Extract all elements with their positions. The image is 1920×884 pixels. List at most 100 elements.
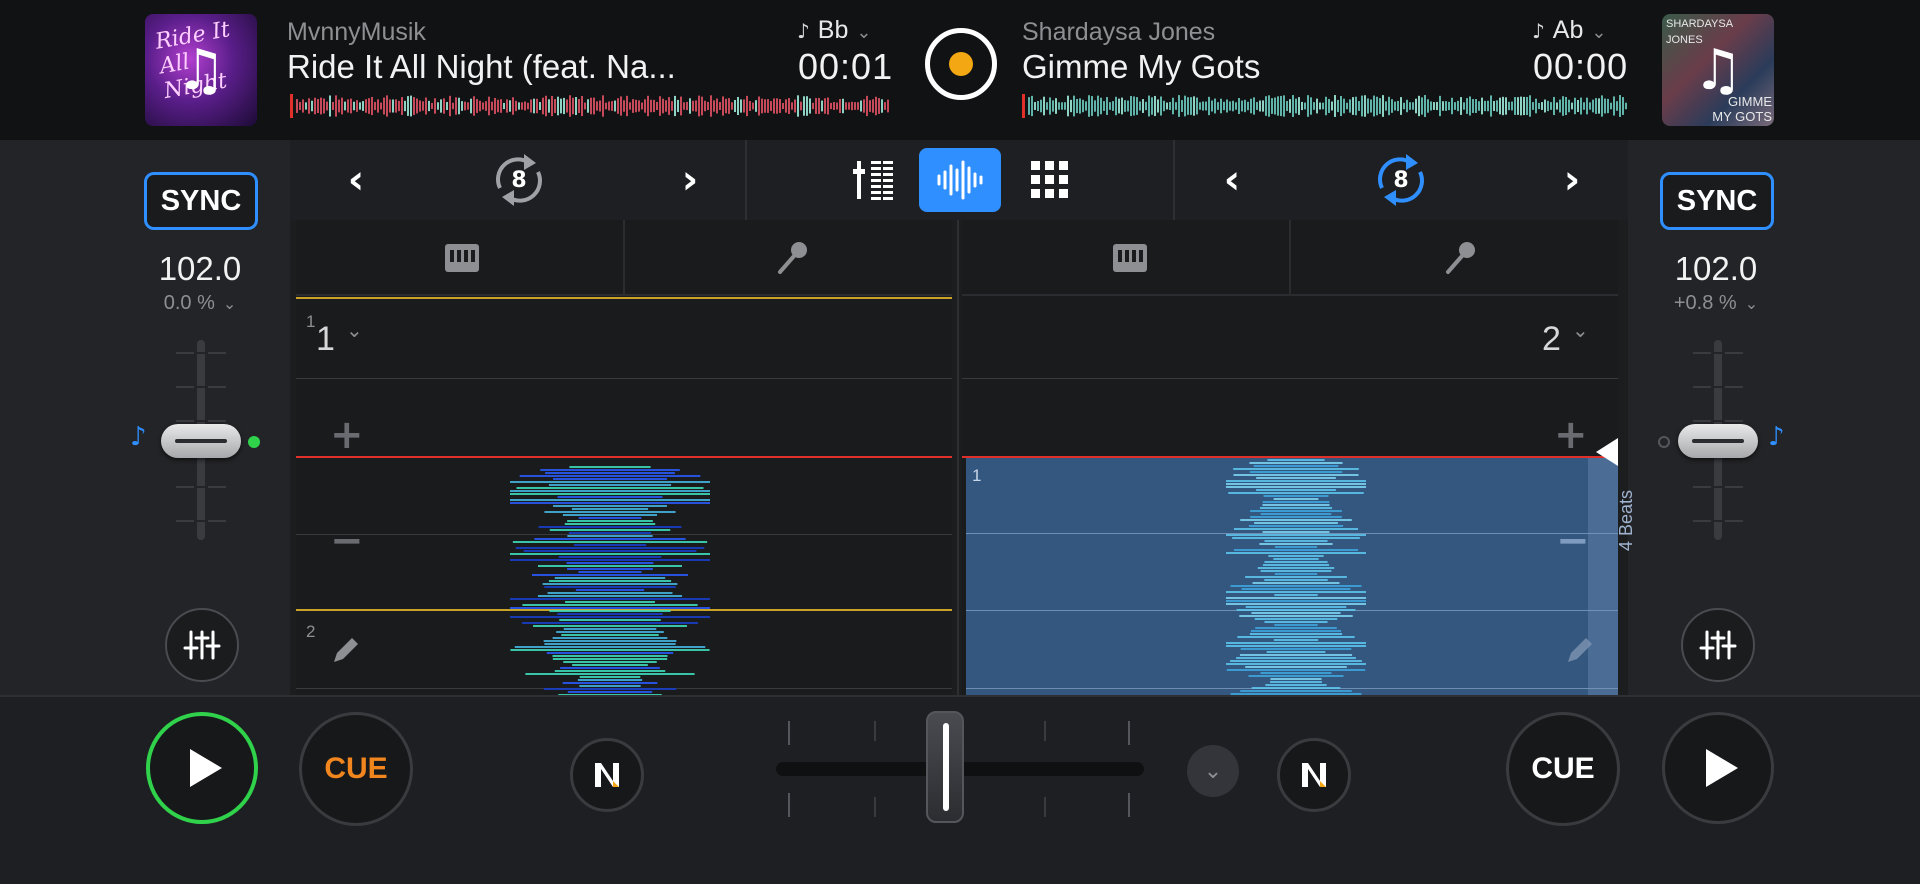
chevron-down-icon[interactable]: ⌄ [1572, 318, 1589, 342]
waveform-slice [1226, 480, 1366, 482]
waveform-slice [510, 502, 710, 504]
right-loop-button[interactable]: 8 [1361, 140, 1441, 220]
waveform-bar [1301, 101, 1303, 111]
right-loop-region[interactable] [966, 456, 1618, 695]
waveform-bar [1625, 102, 1627, 110]
beats-strip[interactable] [1588, 458, 1618, 695]
keyboard-icon[interactable] [1110, 238, 1150, 278]
waveform-bar [1541, 102, 1543, 110]
waveform-bar [437, 102, 439, 110]
left-track-artwork[interactable]: Ride It All Night ♫ [145, 14, 257, 126]
waveform-bar [1466, 98, 1468, 114]
right-waveform-overview[interactable] [1022, 94, 1628, 118]
waveform-bar [1250, 98, 1252, 114]
left-pad-bank-small: 2 [306, 622, 316, 641]
left-eq-button[interactable] [165, 608, 239, 682]
right-sync-button[interactable]: SYNC [1660, 172, 1774, 230]
chevron-down-icon[interactable]: ⌄ [346, 318, 363, 342]
waveform-bar [1349, 99, 1351, 113]
waveform-slice [1260, 513, 1332, 515]
left-pad-bank[interactable]: 1 [316, 320, 335, 359]
right-play-button[interactable] [1662, 712, 1774, 824]
right-track-artwork[interactable]: SHARDAYSA JONES ♫ GIMME MY GOTS [1662, 14, 1774, 126]
mixer-view-button[interactable] [846, 140, 906, 220]
waveform-bar [1556, 102, 1558, 110]
waveform-bar [1340, 95, 1342, 117]
left-key-selector[interactable]: ♪ Bb ⌄ [797, 16, 871, 45]
waveform-bar [863, 99, 865, 113]
left-pitch-selector[interactable]: 0.0 % ⌄ [120, 292, 280, 315]
waveform-bar [1163, 100, 1165, 112]
waveform-bar [1343, 98, 1345, 114]
right-loop-prev-button[interactable]: ‹ [1202, 140, 1262, 220]
waveform-bar [1355, 96, 1357, 116]
waveform-slice [522, 622, 698, 624]
pencil-icon[interactable] [328, 632, 364, 668]
crossfader-thumb[interactable] [926, 711, 964, 823]
left-sync-button[interactable]: SYNC [144, 172, 258, 230]
right-loop-next-button[interactable]: › [1542, 140, 1602, 220]
left-neural-mix-button[interactable] [570, 738, 644, 812]
waveform-bar [1244, 99, 1246, 113]
plus-icon[interactable]: + [1554, 412, 1588, 458]
waveform-bar [1544, 99, 1546, 113]
waveform-slice [537, 595, 683, 597]
pads-view-button[interactable] [1020, 140, 1080, 220]
left-loop-button[interactable]: 8 [479, 140, 559, 220]
waveform-bar [455, 97, 457, 115]
key-lock-icon[interactable]: ♪ [130, 422, 147, 452]
left-track-title[interactable]: Ride It All Night (feat. Na... [287, 48, 676, 86]
waveform-bar [1334, 95, 1336, 117]
right-key-selector[interactable]: ♪ Ab ⌄ [1532, 16, 1606, 45]
waveform-bar [1379, 98, 1381, 114]
waveform-bar [1115, 96, 1117, 116]
left-play-button[interactable] [146, 712, 258, 824]
waveform-bar [1436, 101, 1438, 111]
left-tempo-thumb[interactable] [161, 424, 241, 458]
key-lock-icon[interactable]: ♪ [1768, 422, 1785, 452]
waveform-slice [1254, 522, 1338, 524]
left-waveform-overview[interactable] [290, 94, 890, 118]
waveform-bar [827, 97, 829, 115]
waveform-bar [1229, 101, 1231, 111]
record-button[interactable] [925, 28, 997, 100]
waveform-bar [1568, 99, 1570, 113]
waveform-slice [567, 568, 653, 570]
waveform-bar [713, 100, 715, 112]
waveform-slice [1226, 483, 1366, 485]
waveform-bar [1550, 102, 1552, 110]
waveform-bar [338, 99, 340, 113]
keyboard-icon[interactable] [442, 238, 482, 278]
right-track-title[interactable]: Gimme My Gots [1022, 48, 1260, 86]
left-loop-next-button[interactable]: › [660, 140, 720, 220]
right-pitch-selector[interactable]: +0.8 % ⌄ [1636, 292, 1796, 315]
waveform-bar [1310, 97, 1312, 115]
microphone-icon[interactable] [772, 238, 812, 278]
waveform-bar [803, 96, 805, 116]
waveform-bar [1205, 101, 1207, 111]
waveform-view-button[interactable] [919, 148, 1001, 212]
right-pad-bank[interactable]: 2 [1542, 320, 1561, 359]
waveform-bar [1082, 99, 1084, 113]
right-eq-button[interactable] [1681, 608, 1755, 682]
right-tempo-thumb[interactable] [1678, 424, 1758, 458]
waveform-bar [1199, 102, 1201, 110]
right-time: 00:00 [1533, 46, 1629, 87]
minus-icon[interactable]: − [1556, 518, 1590, 564]
waveform-slice [1226, 600, 1366, 602]
minus-icon[interactable]: − [330, 518, 364, 564]
right-neural-mix-button[interactable] [1277, 738, 1351, 812]
left-loop-prev-button[interactable]: ‹ [326, 140, 386, 220]
grid-line [296, 378, 952, 379]
waveform-slice [578, 571, 642, 573]
crossfader-options-button[interactable]: ⌄ [1187, 745, 1239, 797]
right-cue-button[interactable]: CUE [1506, 712, 1620, 826]
left-cue-button[interactable]: CUE [299, 712, 413, 826]
waveform-slice [522, 604, 698, 606]
waveform-bar [668, 97, 670, 115]
music-note-icon: ♪ [1532, 19, 1545, 43]
microphone-icon[interactable] [1440, 238, 1480, 278]
waveform-bar [1055, 98, 1057, 114]
waveform-bar [671, 101, 673, 111]
plus-icon[interactable]: + [330, 412, 364, 458]
